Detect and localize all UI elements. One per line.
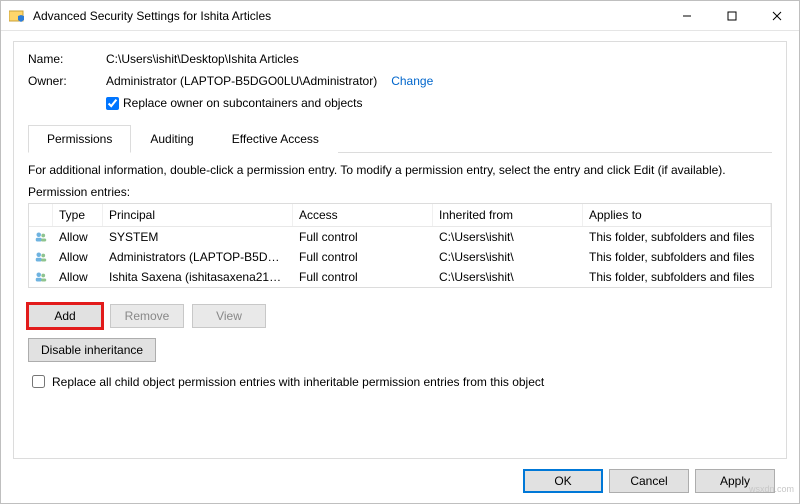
- cell-inherited: C:\Users\ishit\: [433, 227, 583, 247]
- tab-effective-access[interactable]: Effective Access: [213, 125, 338, 153]
- table-row[interactable]: AllowIshita Saxena (ishitasaxena2109...F…: [29, 267, 771, 287]
- col-type[interactable]: Type: [53, 204, 103, 226]
- cell-principal: Administrators (LAPTOP-B5DGO...: [103, 247, 293, 267]
- replace-owner-label: Replace owner on subcontainers and objec…: [123, 96, 362, 110]
- remove-button: Remove: [110, 304, 184, 328]
- change-owner-link[interactable]: Change: [391, 74, 433, 88]
- table-row[interactable]: AllowAdministrators (LAPTOP-B5DGO...Full…: [29, 247, 771, 267]
- permission-grid: Type Principal Access Inherited from App…: [28, 203, 772, 288]
- owner-label: Owner:: [28, 74, 106, 88]
- permission-buttons-row: Add Remove View: [28, 304, 772, 328]
- minimize-button[interactable]: [664, 1, 709, 31]
- replace-all-child-label: Replace all child object permission entr…: [52, 375, 544, 389]
- tab-auditing[interactable]: Auditing: [131, 125, 212, 153]
- replace-owner-checkbox-input[interactable]: [106, 97, 119, 110]
- cancel-button[interactable]: Cancel: [609, 469, 689, 493]
- watermark-text: wsxdn.com: [749, 484, 794, 494]
- col-principal[interactable]: Principal: [103, 204, 293, 226]
- grid-header: Type Principal Access Inherited from App…: [29, 204, 771, 227]
- cell-access: Full control: [293, 227, 433, 247]
- name-label: Name:: [28, 52, 106, 66]
- window: Advanced Security Settings for Ishita Ar…: [0, 0, 800, 504]
- cell-applies: This folder, subfolders and files: [583, 227, 771, 247]
- disable-inheritance-button[interactable]: Disable inheritance: [28, 338, 156, 362]
- cell-type: Allow: [53, 247, 103, 267]
- info-text: For additional information, double-click…: [28, 163, 772, 177]
- add-button[interactable]: Add: [28, 304, 102, 328]
- titlebar: Advanced Security Settings for Ishita Ar…: [1, 1, 799, 31]
- principal-icon: [29, 247, 53, 267]
- cell-access: Full control: [293, 267, 433, 287]
- table-row[interactable]: AllowSYSTEMFull controlC:\Users\ishit\Th…: [29, 227, 771, 247]
- main-panel: Name: C:\Users\ishit\Desktop\Ishita Arti…: [13, 41, 787, 459]
- col-inherited[interactable]: Inherited from: [433, 204, 583, 226]
- col-applies[interactable]: Applies to: [583, 204, 771, 226]
- close-button[interactable]: [754, 1, 799, 31]
- replace-owner-checkbox[interactable]: Replace owner on subcontainers and objec…: [106, 96, 362, 110]
- ok-button[interactable]: OK: [523, 469, 603, 493]
- replace-all-child-checkbox[interactable]: Replace all child object permission entr…: [28, 372, 772, 391]
- owner-value: Administrator (LAPTOP-B5DGO0LU\Administr…: [106, 74, 377, 88]
- maximize-button[interactable]: [709, 1, 754, 31]
- cell-principal: SYSTEM: [103, 227, 293, 247]
- tab-permissions[interactable]: Permissions: [28, 125, 131, 153]
- cell-inherited: C:\Users\ishit\: [433, 247, 583, 267]
- cell-access: Full control: [293, 247, 433, 267]
- principal-icon: [29, 267, 53, 287]
- folder-shield-icon: [9, 8, 25, 24]
- content-area: Name: C:\Users\ishit\Desktop\Ishita Arti…: [1, 31, 799, 503]
- permission-entries-label: Permission entries:: [28, 185, 772, 199]
- cell-type: Allow: [53, 267, 103, 287]
- cell-principal: Ishita Saxena (ishitasaxena2109...: [103, 267, 293, 287]
- cell-type: Allow: [53, 227, 103, 247]
- tab-strip: Permissions Auditing Effective Access: [28, 124, 772, 153]
- window-title: Advanced Security Settings for Ishita Ar…: [33, 9, 664, 23]
- cell-applies: This folder, subfolders and files: [583, 267, 771, 287]
- name-value: C:\Users\ishit\Desktop\Ishita Articles: [106, 52, 299, 66]
- cell-inherited: C:\Users\ishit\: [433, 267, 583, 287]
- cell-applies: This folder, subfolders and files: [583, 247, 771, 267]
- col-access[interactable]: Access: [293, 204, 433, 226]
- dialog-footer: OK Cancel Apply: [13, 459, 787, 503]
- view-button: View: [192, 304, 266, 328]
- principal-icon: [29, 227, 53, 247]
- replace-all-child-checkbox-input[interactable]: [32, 375, 45, 388]
